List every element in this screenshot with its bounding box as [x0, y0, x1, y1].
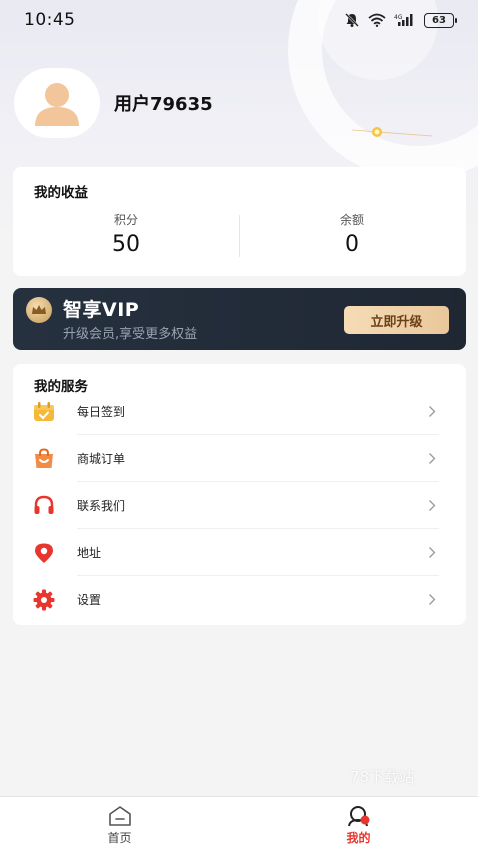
chevron-right-icon [429, 594, 436, 605]
services-list: 每日签到 商城订单 联系我们 地址 设置 [13, 388, 466, 623]
mute-bell-icon [345, 13, 359, 27]
vip-crown-icon [26, 297, 52, 323]
vip-subtitle: 升级会员,享受更多权益 [63, 327, 198, 342]
user-avatar-icon [35, 83, 79, 126]
vip-title: 智享VIP [63, 299, 140, 321]
service-label: 商城订单 [77, 452, 126, 466]
user-profile-icon [348, 806, 370, 827]
balance-value: 0 [345, 232, 359, 257]
vip-banner[interactable]: 智享VIP 升级会员,享受更多权益 立即升级 [13, 288, 466, 350]
points-value: 50 [112, 232, 140, 257]
earnings-card: 我的收益 积分 50 余额 0 [13, 167, 466, 276]
signal-icon: 4G [394, 14, 413, 26]
gear-icon [33, 589, 55, 611]
service-label: 地址 [77, 546, 102, 560]
points-column[interactable]: 积分 50 [13, 211, 239, 257]
headset-icon [34, 495, 54, 514]
service-item-address[interactable]: 地址 [13, 529, 466, 576]
tab-mine[interactable]: 我的 [239, 797, 478, 850]
upgrade-button[interactable]: 立即升级 [344, 306, 449, 334]
chevron-right-icon [429, 547, 436, 558]
chevron-right-icon [429, 453, 436, 464]
shopping-bag-icon [35, 448, 53, 468]
username: 用户79635 [114, 94, 213, 115]
wifi-icon [368, 13, 386, 27]
svg-text:4G: 4G [394, 14, 403, 21]
avatar[interactable] [14, 68, 100, 138]
service-item-settings[interactable]: 设置 [13, 576, 466, 623]
calendar-check-icon [34, 402, 54, 421]
balance-label: 余额 [339, 213, 364, 227]
service-item-orders[interactable]: 商城订单 [13, 435, 466, 482]
service-label: 设置 [77, 593, 102, 607]
service-item-contact[interactable]: 联系我们 [13, 482, 466, 529]
tab-home-label: 首页 [107, 831, 132, 845]
balance-column[interactable]: 余额 0 [239, 211, 465, 257]
chevron-right-icon [429, 406, 436, 417]
points-label: 积分 [113, 213, 138, 227]
services-card: 我的服务 每日签到 商城订单 联系我们 地址 设置 [13, 364, 466, 625]
earnings-title: 我的收益 [34, 185, 88, 201]
location-pin-icon [35, 543, 53, 563]
service-label: 每日签到 [77, 405, 126, 419]
watermark: 78下载站 [350, 768, 415, 786]
profile-header[interactable]: 用户79635 [14, 68, 213, 138]
chevron-right-icon [429, 500, 436, 511]
tab-home[interactable]: 首页 [0, 797, 239, 850]
battery-level: 63 [432, 14, 446, 26]
tab-mine-label: 我的 [346, 831, 371, 845]
status-icons: 4G 63 [344, 12, 457, 28]
status-time: 10:45 [24, 10, 76, 30]
service-item-daily-checkin[interactable]: 每日签到 [13, 388, 466, 435]
service-label: 联系我们 [77, 499, 126, 513]
bottom-tab-bar: 首页 我的 [0, 796, 478, 850]
battery-icon: 63 [424, 12, 457, 28]
home-icon [109, 806, 131, 826]
status-bar: 10:45 4G 63 [0, 0, 478, 40]
sparkle-decoration [352, 127, 432, 137]
